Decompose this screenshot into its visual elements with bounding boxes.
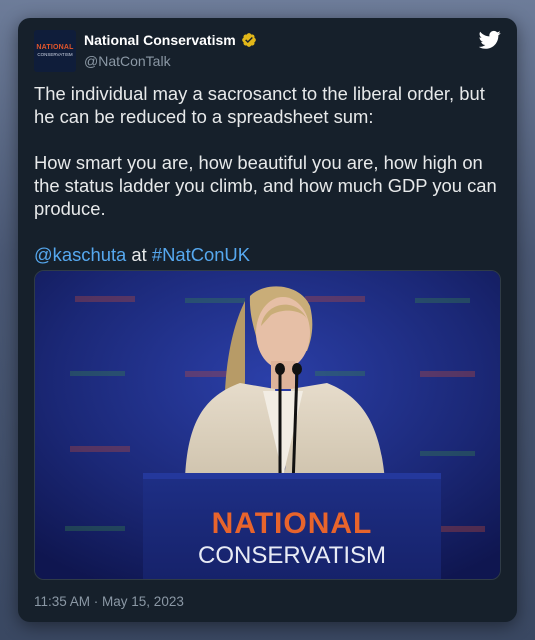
connector-text: at [126, 244, 152, 265]
tweet-photo[interactable]: NATIONAL CONSERVATISM [34, 270, 501, 580]
speaker-photo: NATIONAL CONSERVATISM [35, 271, 500, 579]
tweet-mentions-line: @kaschuta at #NatConUK [34, 243, 504, 266]
podium-subtitle: CONSERVATISM [198, 542, 386, 569]
avatar-logo-subtext: CONSERVATISM [37, 52, 73, 57]
tweet-timestamp[interactable]: 11:35 AM · May 15, 2023 [34, 594, 184, 609]
tweet-text: The individual may a sacrosanct to the l… [34, 82, 504, 289]
avatar[interactable]: NATIONAL CONSERVATISM [34, 30, 76, 72]
twitter-bird-icon[interactable] [479, 30, 501, 50]
verified-badge-icon [241, 33, 256, 47]
hashtag-link[interactable]: #NatConUK [152, 244, 250, 265]
tweet-paragraph: How smart you are, how beautiful you are… [34, 152, 497, 219]
podium-title: NATIONAL [212, 507, 373, 540]
mention-link[interactable]: @kaschuta [34, 244, 126, 265]
tweet-paragraph: The individual may a sacrosanct to the l… [34, 83, 485, 127]
author-handle[interactable]: @NatConTalk [84, 53, 171, 69]
tweet-card: NATIONAL CONSERVATISM National Conservat… [18, 18, 517, 622]
author-name[interactable]: National Conservatism [84, 32, 236, 48]
avatar-logo-text: NATIONAL [36, 44, 74, 51]
author-name-row[interactable]: National Conservatism [84, 32, 257, 48]
